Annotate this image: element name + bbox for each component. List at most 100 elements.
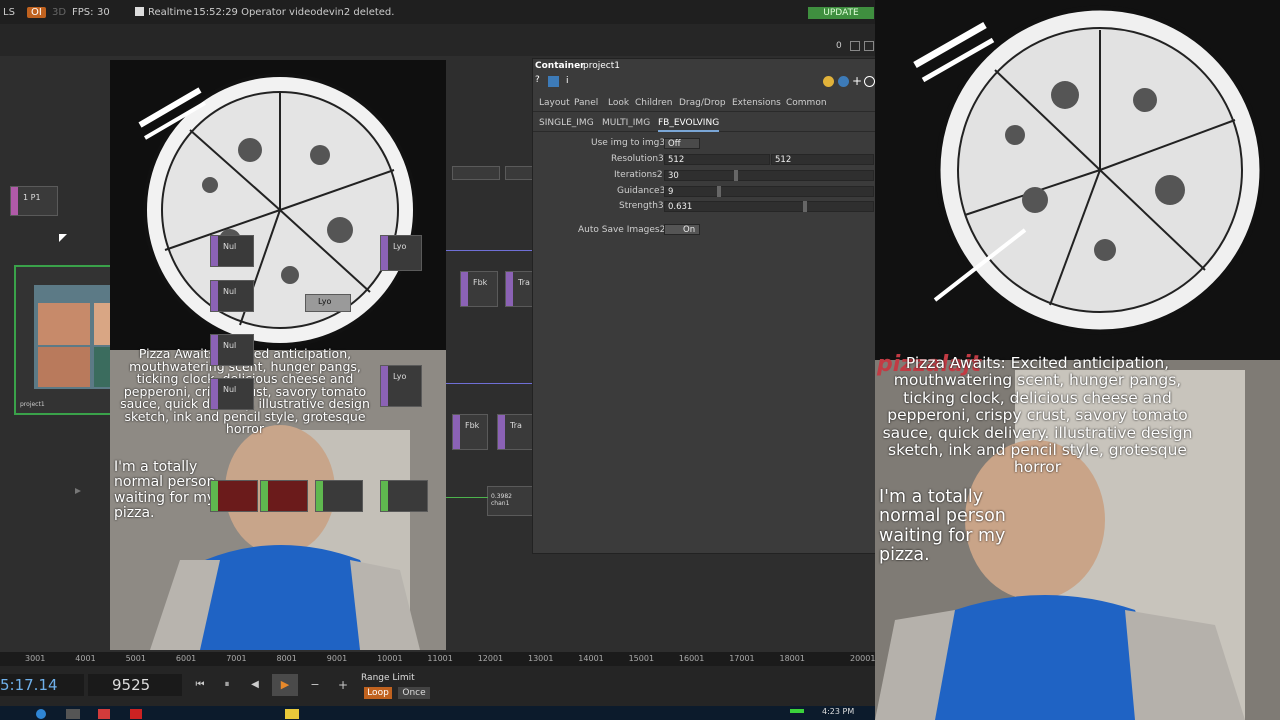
- clock: 4:23 PM: [822, 707, 855, 716]
- image-node-1[interactable]: [210, 480, 258, 512]
- window-icon[interactable]: [864, 41, 874, 51]
- text-node[interactable]: [452, 166, 500, 180]
- timeline-tick: 12001: [477, 654, 504, 663]
- custom-tabs: SINGLE_IMG MULTI_IMG FB_EVOLVING: [533, 115, 875, 132]
- resolution-y-field[interactable]: 512: [771, 154, 874, 165]
- guidance-label: Guidance3: [617, 186, 666, 196]
- timeline-tick: 7001: [226, 654, 247, 663]
- op-type: Container: [535, 61, 585, 71]
- autosave-toggle[interactable]: On: [664, 224, 700, 235]
- null-node-4[interactable]: Nul: [210, 378, 254, 410]
- tab-children[interactable]: Children: [635, 98, 672, 108]
- maximize-icon[interactable]: [850, 41, 860, 51]
- node-label: 1 P1: [23, 193, 41, 202]
- tab-multi-img[interactable]: MULTI_IMG: [602, 118, 650, 128]
- target-icon[interactable]: [864, 76, 875, 87]
- feedback2-node[interactable]: Fbk: [452, 414, 488, 450]
- ls-toggle[interactable]: LS: [3, 7, 15, 18]
- output-preview: pizzalajt Pizza Awaits: Excited anticipa…: [875, 0, 1280, 720]
- timeline-tick: 14001: [578, 654, 604, 663]
- tab-panel[interactable]: Panel: [574, 98, 598, 108]
- realtime-label: Realtime: [148, 7, 193, 18]
- palette-icon[interactable]: [823, 76, 834, 87]
- timeline-tick: 16001: [678, 654, 705, 663]
- strength-handle[interactable]: [803, 201, 807, 212]
- image-node-2[interactable]: [260, 480, 308, 512]
- arrow-icon: [75, 488, 81, 494]
- transport-bar: 5:17.14 9525 ⏮ ⏸ ◀ ▶ − + Range Limit Loo…: [0, 666, 875, 706]
- guidance-slider[interactable]: 9: [664, 186, 874, 197]
- zoom-indicator: 0: [836, 41, 842, 51]
- tab-layout[interactable]: Layout: [539, 98, 570, 108]
- add-icon[interactable]: +: [852, 74, 862, 88]
- null-node-3[interactable]: Nul: [210, 334, 254, 366]
- tab-extensions[interactable]: Extensions: [732, 98, 781, 108]
- fps-label: FPS:: [72, 7, 94, 18]
- resolution-x-field[interactable]: 512: [664, 154, 770, 165]
- tab-common[interactable]: Common: [786, 98, 827, 108]
- tab-dragdrop[interactable]: Drag/Drop: [679, 98, 726, 108]
- tab-look[interactable]: Look: [608, 98, 629, 108]
- page-tabs: Layout Panel Look Children Drag/Drop Ext…: [533, 95, 875, 112]
- timeline-ruler[interactable]: 3001 4001 5001 6001 7001 8001 9001 10001 11001 12…: [0, 652, 875, 666]
- 3d-toggle[interactable]: 3D: [52, 7, 66, 18]
- pizza-overlay-image: Pizza Awaits: Excited anticipation, mout…: [110, 60, 446, 650]
- pause-icon[interactable]: ⏸: [217, 676, 237, 694]
- mouse-cursor-icon: [59, 234, 67, 242]
- range-limit-label: Range Limit: [361, 673, 415, 683]
- iterations-slider[interactable]: 30: [664, 170, 874, 181]
- python-icon[interactable]: [548, 76, 559, 87]
- update-button[interactable]: UPDATE: [808, 7, 874, 19]
- loop-button[interactable]: Loop: [364, 687, 392, 699]
- p1-node[interactable]: 1 P1: [10, 186, 58, 216]
- value-node[interactable]: 0.3982 chan1: [487, 486, 533, 516]
- transform2-node[interactable]: Tra: [505, 271, 535, 307]
- play-icon[interactable]: ▶: [272, 674, 298, 696]
- timeline-tick: 13001: [528, 654, 554, 663]
- transform3-node[interactable]: Tra: [497, 414, 535, 450]
- chop-node-1[interactable]: [315, 480, 363, 512]
- timeline-tick: 3001: [25, 654, 46, 663]
- info-icon[interactable]: i: [566, 76, 572, 87]
- oi-toggle[interactable]: OI: [27, 7, 46, 18]
- layout-node-2[interactable]: Lyo: [305, 294, 351, 312]
- layout-node-3[interactable]: Lyo: [380, 365, 422, 407]
- top-toolbar: LS OI 3D FPS: 30 Realtime 15:52:29 Opera…: [0, 0, 875, 25]
- status-message: 15:52:29 Operator videodevin2 deleted.: [193, 7, 395, 18]
- parameter-panel: Container project1 ? i + Layout Panel Lo…: [532, 58, 876, 554]
- frame-field[interactable]: 9525: [88, 674, 182, 696]
- strength-slider[interactable]: 0.631: [664, 201, 874, 212]
- timecode-display[interactable]: 5:17.14: [0, 674, 84, 696]
- iterations-label: Iterations2: [614, 170, 663, 180]
- tab-single-img[interactable]: SINGLE_IMG: [539, 118, 594, 128]
- skip-start-icon[interactable]: ⏮: [190, 676, 210, 694]
- help-icon[interactable]: ?: [535, 76, 543, 85]
- task-view-icon[interactable]: [66, 709, 80, 719]
- output-side-caption: I'm a totally normal person waiting for …: [879, 487, 1006, 565]
- app-icon-2[interactable]: [130, 709, 142, 719]
- app-icon-1[interactable]: [98, 709, 110, 719]
- timeline-tick: 6001: [175, 654, 197, 663]
- tab-fb-evolving[interactable]: FB_EVOLVING: [658, 118, 720, 132]
- network-header: 0: [0, 24, 875, 56]
- python-globe-icon[interactable]: [838, 76, 849, 87]
- minus-icon[interactable]: −: [305, 676, 325, 694]
- plus-icon[interactable]: +: [333, 676, 353, 694]
- feedback-node[interactable]: Fbk: [460, 271, 498, 307]
- use-img-toggle[interactable]: Off: [664, 138, 700, 149]
- timeline-tick: 5001: [125, 654, 146, 663]
- guidance-handle[interactable]: [717, 186, 721, 197]
- edge-icon[interactable]: [36, 709, 46, 719]
- null-node-2[interactable]: Nul: [210, 280, 254, 312]
- null-node-1[interactable]: Nul: [210, 235, 254, 267]
- layout-node-1[interactable]: Lyo: [380, 235, 422, 271]
- chop-node-2[interactable]: [380, 480, 428, 512]
- timeline-tick: 8001: [276, 654, 297, 663]
- once-button[interactable]: Once: [398, 687, 430, 699]
- realtime-checkbox[interactable]: [135, 7, 144, 16]
- step-back-icon[interactable]: ◀: [245, 676, 265, 694]
- transform-node[interactable]: [505, 166, 535, 180]
- iterations-handle[interactable]: [734, 170, 738, 181]
- folder-icon[interactable]: [285, 709, 299, 719]
- strength-label: Strength3: [619, 201, 664, 211]
